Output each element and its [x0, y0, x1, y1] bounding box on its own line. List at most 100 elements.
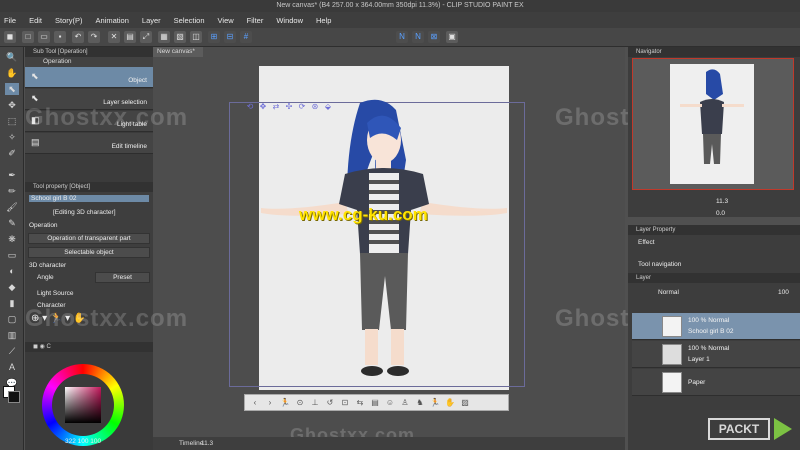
- pose-icon[interactable]: 🏃: [279, 397, 291, 409]
- figure-icon[interactable]: ▢: [5, 313, 19, 325]
- saturation-value-square[interactable]: [65, 387, 101, 423]
- figure-icon[interactable]: ♙: [399, 397, 411, 409]
- subtool-tab[interactable]: Operation: [25, 57, 153, 67]
- blend-icon[interactable]: ◐: [5, 265, 19, 277]
- color-readout: 322 100 100: [65, 438, 102, 445]
- status-bar: 11.3 Timeline: [153, 437, 625, 450]
- snap-special-ruler-icon[interactable]: ⊟: [224, 31, 236, 43]
- menu-view[interactable]: View: [218, 16, 234, 25]
- save-icon[interactable]: ▪: [54, 31, 66, 43]
- menu-edit[interactable]: Edit: [29, 16, 42, 25]
- subtool-item-edit-timeline[interactable]: ▤ Edit timeline: [25, 133, 153, 154]
- reset-icon[interactable]: ↺: [324, 397, 336, 409]
- move-icon[interactable]: ✥: [5, 99, 19, 111]
- undo-icon[interactable]: ↶: [72, 31, 84, 43]
- fill-tool-icon[interactable]: ◆: [5, 281, 19, 293]
- lock-icon[interactable]: ⊡: [339, 397, 351, 409]
- open-icon[interactable]: ▭: [38, 31, 50, 43]
- deselect-icon[interactable]: ▧: [174, 31, 186, 43]
- airbrush-icon[interactable]: ✎: [5, 217, 19, 229]
- menu-file[interactable]: File: [4, 16, 16, 25]
- text-icon[interactable]: A: [5, 361, 19, 373]
- layer-row[interactable]: 100 % Normal School girl B 02: [632, 313, 800, 340]
- navigator-angle[interactable]: 0.0: [716, 210, 725, 217]
- hand-icon[interactable]: ✋: [5, 67, 19, 79]
- menu-layer[interactable]: Layer: [142, 16, 161, 25]
- layer-property-panel: Layer Property Effect Tool navigation: [628, 225, 800, 273]
- menu-window[interactable]: Window: [276, 16, 303, 25]
- flip-icon[interactable]: ⇆: [354, 397, 366, 409]
- eyedropper-icon[interactable]: ✐: [5, 147, 19, 159]
- ruler-tool-icon[interactable]: ⟋: [5, 345, 19, 357]
- zoom-icon[interactable]: 🔍: [5, 51, 19, 63]
- hand-pose-icon[interactable]: ✋: [444, 397, 456, 409]
- redo-icon[interactable]: ↷: [88, 31, 100, 43]
- decoration-icon[interactable]: ❋: [5, 233, 19, 245]
- run-icon[interactable]: 🏃: [429, 397, 441, 409]
- auto-select-icon[interactable]: ✧: [5, 131, 19, 143]
- watermark-text: www.cg-ku.com: [299, 205, 428, 224]
- canvas-tab[interactable]: New canvas*: [153, 47, 203, 57]
- menu-selection[interactable]: Selection: [174, 16, 205, 25]
- selectable-dropdown[interactable]: Selectable object: [28, 247, 150, 258]
- clear-icon[interactable]: ✕: [108, 31, 120, 43]
- cursor-icon: ⬉: [31, 71, 39, 81]
- camera-rotate-icon[interactable]: ⟲: [245, 102, 255, 112]
- brush-icon[interactable]: 🖌: [5, 201, 19, 213]
- frame-border-icon[interactable]: ▥: [5, 329, 19, 341]
- blend-mode-dropdown[interactable]: Normal: [658, 289, 679, 296]
- eraser-icon[interactable]: ▭: [5, 249, 19, 261]
- layer-row[interactable]: Paper: [632, 369, 800, 396]
- layer-percent: 100 % Normal: [688, 317, 730, 324]
- sub-color-swatch[interactable]: [8, 391, 20, 403]
- grid-icon[interactable]: ⊠: [428, 31, 440, 43]
- 3d-character-model[interactable]: [259, 98, 509, 388]
- snap-ruler-icon[interactable]: ⊞: [208, 31, 220, 43]
- object-name[interactable]: School girl B 02: [29, 195, 149, 202]
- invert-icon[interactable]: ◫: [190, 31, 202, 43]
- operation-dropdown[interactable]: Operation of transparent part: [28, 233, 150, 244]
- new-icon[interactable]: □: [22, 31, 34, 43]
- navigator-zoom[interactable]: 11.3: [716, 198, 728, 205]
- preset-button[interactable]: Preset: [95, 272, 150, 283]
- editing-label: [Editing 3D character]: [53, 209, 116, 216]
- layer-thumbnail: [662, 316, 682, 337]
- snap-grid-icon[interactable]: #: [240, 31, 252, 43]
- selection-icon[interactable]: ⬚: [5, 115, 19, 127]
- menu-story[interactable]: Story(P): [55, 16, 83, 25]
- menu-filter[interactable]: Filter: [247, 16, 264, 25]
- camera-icon[interactable]: ⊙: [294, 397, 306, 409]
- gradient-icon[interactable]: ▮: [5, 297, 19, 309]
- fill-icon[interactable]: ▤: [124, 31, 136, 43]
- color-header: ◼ ◉ C: [25, 342, 153, 352]
- face-icon[interactable]: ☺: [384, 397, 396, 409]
- timeline-label[interactable]: Timeline: [179, 437, 203, 450]
- opacity-value[interactable]: 100: [778, 289, 789, 296]
- layer-thumbnail: [662, 372, 682, 393]
- app-icon[interactable]: ◼: [4, 31, 16, 43]
- frame-icon[interactable]: ▣: [446, 31, 458, 43]
- select-all-icon[interactable]: ▦: [158, 31, 170, 43]
- subtool-item-label: Object: [128, 77, 147, 84]
- layer-row[interactable]: 100 % Normal Layer 1: [632, 341, 800, 368]
- next-icon[interactable]: ›: [264, 397, 276, 409]
- layerprop-header: Layer Property: [628, 225, 800, 235]
- ground-icon[interactable]: ⊥: [309, 397, 321, 409]
- operation-icon[interactable]: ⬉: [5, 83, 19, 95]
- ruler-icon[interactable]: N: [412, 31, 424, 43]
- horse-icon[interactable]: ♞: [414, 397, 426, 409]
- pen-icon[interactable]: ✒: [5, 169, 19, 181]
- menu-help[interactable]: Help: [316, 16, 331, 25]
- prev-icon[interactable]: ‹: [249, 397, 261, 409]
- more-icon[interactable]: ▨: [459, 397, 471, 409]
- light-source-label[interactable]: Light Source: [37, 290, 74, 297]
- menu-animation[interactable]: Animation: [96, 16, 129, 25]
- subtool-item-object[interactable]: ⬉ Object: [25, 67, 153, 88]
- layer-header: Layer: [628, 273, 800, 283]
- perspective-icon[interactable]: N: [396, 31, 408, 43]
- color-wheel-panel: ◼ ◉ C 322 100 100: [25, 342, 153, 450]
- packt-logo: PACKT: [708, 418, 770, 440]
- transform-icon[interactable]: ⤢: [140, 31, 152, 43]
- pencil-icon[interactable]: ✏: [5, 185, 19, 197]
- book-icon[interactable]: ▤: [369, 397, 381, 409]
